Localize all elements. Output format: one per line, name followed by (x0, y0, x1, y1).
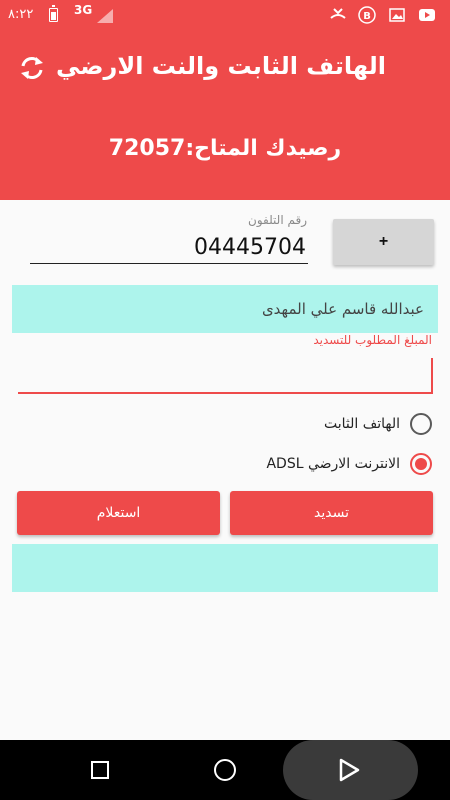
b-app-icon: B (358, 6, 376, 24)
balance-value: 72057 (108, 136, 186, 161)
back-icon[interactable] (338, 758, 360, 782)
radio-landline[interactable]: الهاتف الثابت (324, 410, 432, 438)
add-contact-button[interactable]: + (333, 219, 434, 265)
recent-apps-icon[interactable] (91, 761, 109, 779)
phone-label: رقم التلفون (248, 213, 307, 227)
status-bar: ٨:٢٢ 3G B (0, 0, 450, 30)
amount-label: المبلغ المطلوب للتسديد (313, 333, 432, 347)
radio-adsl[interactable]: الانترنت الارضي ADSL (266, 450, 432, 478)
pay-button[interactable]: تسديد (230, 491, 433, 535)
home-icon[interactable] (214, 759, 236, 781)
radio-adsl-label: الانترنت الارضي ADSL (266, 456, 400, 472)
svg-text:B: B (363, 11, 371, 22)
phone-input[interactable] (30, 232, 308, 264)
amount-input[interactable] (18, 358, 433, 394)
radio-landline-label: الهاتف الثابت (323, 416, 400, 432)
refresh-icon[interactable] (18, 54, 46, 82)
customer-name-box: عبدالله قاسم علي المهدى (12, 285, 438, 333)
network-type-label: 3G (74, 3, 93, 17)
app-header: الهاتف الثابت والنت الارضي رصيدك المتاح:… (0, 30, 450, 200)
result-box (12, 544, 438, 592)
battery-icon (49, 5, 58, 22)
page-title: الهاتف الثابت والنت الارضي (56, 52, 386, 80)
youtube-icon (419, 9, 435, 21)
radio-landline-circle[interactable] (410, 413, 432, 435)
radio-adsl-circle[interactable] (410, 453, 432, 475)
signal-icon (97, 9, 113, 23)
navigation-bar (0, 740, 450, 800)
image-icon (389, 8, 405, 22)
inquiry-button[interactable]: استعلام (17, 491, 220, 535)
balance-label: رصيدك المتاح: (185, 136, 342, 161)
balance-line: رصيدك المتاح:72057 (0, 136, 450, 161)
missed-call-icon (330, 8, 346, 19)
status-time: ٨:٢٢ (8, 7, 34, 22)
